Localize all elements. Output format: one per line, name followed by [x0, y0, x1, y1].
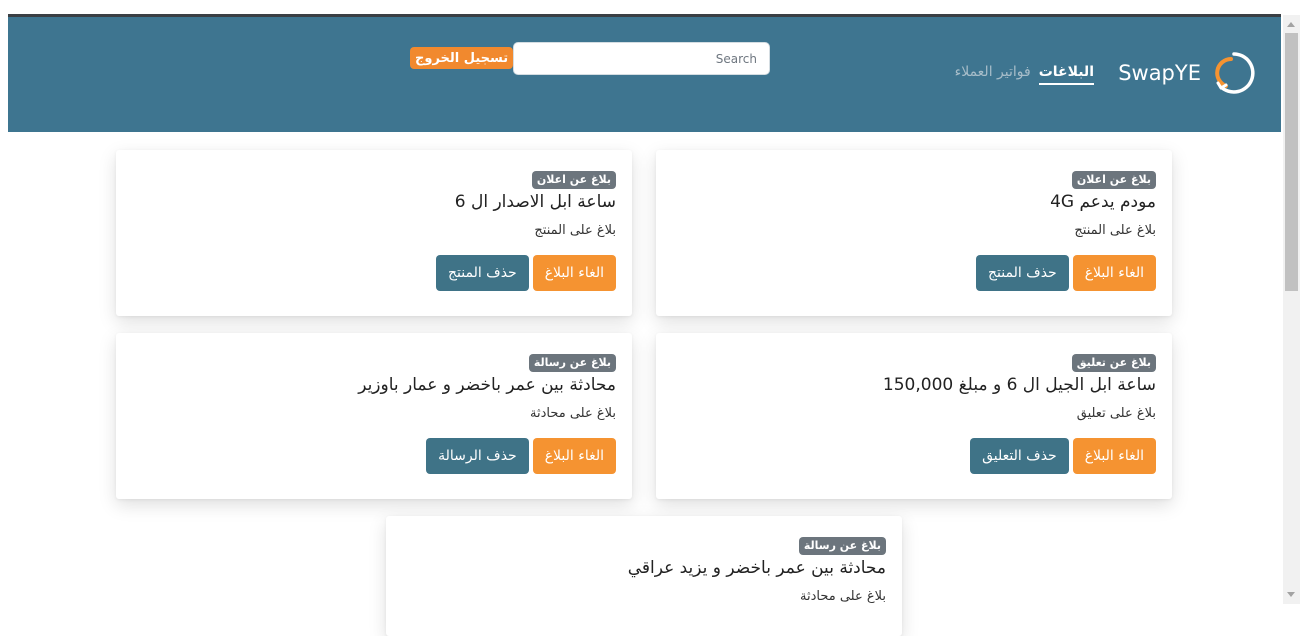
- report-card: بلاغ عن اعلان ساعة ابل الاصدار ال 6 بلاغ…: [116, 150, 632, 316]
- card-actions: الغاء البلاغ حذف المنتج: [132, 255, 616, 291]
- report-description: بلاغ على محادثة: [800, 589, 886, 604]
- report-description: بلاغ على المنتج: [1074, 223, 1156, 238]
- report-card: بلاغ عن رسالة محادثة بين عمر باخضر و عما…: [116, 333, 632, 499]
- report-type-badge: بلاغ عن رسالة: [798, 537, 886, 555]
- delete-message-button[interactable]: حذف الرسالة: [426, 438, 529, 474]
- report-type-badge: بلاغ عن تعليق: [1071, 354, 1156, 372]
- brand-name: SwapYE: [1118, 61, 1201, 85]
- report-title: ساعة ابل الجيل ال 6 و مبلغ 150,000: [882, 375, 1156, 395]
- cancel-report-button[interactable]: الغاء البلاغ: [532, 438, 616, 474]
- report-card: بلاغ عن اعلان مودم يدعم 4G بلاغ على المن…: [656, 150, 1172, 316]
- scroll-up-arrow-icon[interactable]: [1287, 22, 1295, 27]
- nav-link-invoices[interactable]: فواتير العملاء: [955, 64, 1031, 85]
- logout-button[interactable]: تسجيل الخروج: [410, 47, 514, 69]
- delete-product-button[interactable]: حذف المنتج: [436, 255, 529, 291]
- report-type-badge: بلاغ عن اعلان: [531, 171, 616, 189]
- search-input[interactable]: [513, 42, 770, 75]
- report-description: بلاغ على تعليق: [1076, 406, 1156, 421]
- report-title: ساعة ابل الاصدار ال 6: [454, 192, 616, 212]
- report-type-badge: بلاغ عن اعلان: [1071, 171, 1156, 189]
- card-actions: الغاء البلاغ حذف المنتج: [672, 255, 1156, 291]
- report-type-badge: بلاغ عن رسالة: [528, 354, 616, 372]
- scroll-down-arrow-icon[interactable]: [1287, 592, 1295, 597]
- cancel-report-button[interactable]: الغاء البلاغ: [1072, 438, 1156, 474]
- card-actions: الغاء البلاغ حذف التعليق: [672, 438, 1156, 474]
- report-card: بلاغ عن تعليق ساعة ابل الجيل ال 6 و مبلغ…: [656, 333, 1172, 499]
- nav-link-reports[interactable]: البلاغات: [1038, 64, 1094, 85]
- nav-links: البلاغات فواتير العملاء: [955, 64, 1094, 85]
- report-title: محادثة بين عمر باخضر و يزيد عراقي: [627, 558, 886, 578]
- report-card: بلاغ عن رسالة محادثة بين عمر باخضر و يزي…: [386, 516, 902, 636]
- card-actions: الغاء البلاغ حذف الرسالة: [132, 438, 616, 474]
- report-title: مودم يدعم 4G: [1050, 192, 1156, 212]
- cancel-report-button[interactable]: الغاء البلاغ: [1072, 255, 1156, 291]
- brand[interactable]: SwapYE: [1118, 45, 1259, 101]
- swap-logo-icon: [1215, 52, 1255, 94]
- report-description: بلاغ على المنتج: [534, 223, 616, 238]
- delete-product-button[interactable]: حذف المنتج: [976, 255, 1069, 291]
- window-top: [0, 0, 1300, 15]
- scrollbar-thumb[interactable]: [1285, 33, 1298, 291]
- delete-comment-button[interactable]: حذف التعليق: [970, 438, 1069, 474]
- cancel-report-button[interactable]: الغاء البلاغ: [532, 255, 616, 291]
- report-description: بلاغ على محادثة: [530, 406, 616, 421]
- report-title: محادثة بين عمر باخضر و عمار باوزير: [358, 375, 616, 395]
